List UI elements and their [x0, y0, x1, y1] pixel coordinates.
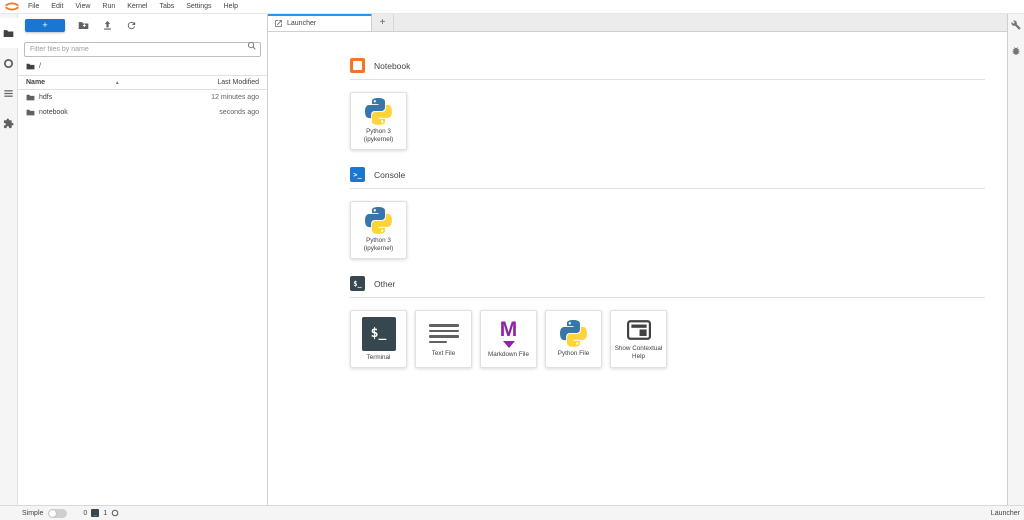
tab-label: Launcher — [287, 20, 316, 27]
python-logo-icon — [365, 98, 392, 125]
column-name[interactable]: Name — [26, 79, 45, 86]
jupyter-logo-icon — [2, 1, 22, 13]
card-label: Text File — [430, 350, 457, 358]
refresh-icon[interactable] — [125, 20, 137, 32]
breadcrumb[interactable]: / — [18, 57, 267, 75]
main-dock-panel: Launcher + Notebook — [268, 14, 1008, 505]
card-label: Python 3 (ipykernel) — [362, 237, 395, 253]
file-row-hdfs[interactable]: hdfs 12 minutes ago — [18, 90, 267, 105]
kernel-circle-icon — [111, 509, 119, 517]
launcher-card-show-contextual-help[interactable]: Show Contextual Help — [610, 310, 667, 368]
launcher-card-terminal[interactable]: $_ Terminal — [350, 310, 407, 368]
launcher-card-notebook-python3[interactable]: Python 3 (ipykernel) — [350, 92, 407, 150]
menu-settings[interactable]: Settings — [180, 3, 217, 10]
file-browser-panel: + — [18, 14, 268, 505]
file-modified: seconds ago — [219, 109, 259, 116]
status-bar: Simple 0 _ 1 Launcher — [0, 505, 1024, 520]
card-label: Terminal — [365, 354, 393, 362]
simple-mode-toggle[interactable] — [48, 509, 67, 518]
menu-tabs[interactable]: Tabs — [153, 3, 180, 10]
python-logo-icon — [560, 320, 587, 347]
file-name: hdfs — [39, 94, 52, 101]
card-label: Markdown File — [486, 351, 531, 359]
card-label: Python 3 (ipykernel) — [362, 128, 395, 144]
menu-run[interactable]: Run — [96, 3, 121, 10]
search-icon — [247, 41, 257, 51]
list-icon — [3, 88, 14, 99]
new-launcher-button[interactable]: + — [25, 19, 65, 32]
launcher-card-text-file[interactable]: Text File — [415, 310, 472, 368]
section-title: Notebook — [374, 61, 410, 71]
markdown-icon: M — [500, 319, 518, 348]
terminal-icon: $_ — [362, 317, 396, 351]
file-browser-toolbar: + — [18, 14, 267, 36]
right-sidebar — [1008, 14, 1024, 505]
file-row-notebook[interactable]: notebook seconds ago — [18, 105, 267, 120]
contextual-help-icon — [625, 318, 653, 342]
file-list-header: Name ▲ Last Modified — [18, 75, 267, 90]
running-circle-icon — [3, 58, 14, 69]
debugger-icon[interactable] — [1011, 46, 1021, 56]
launcher-tab-icon — [274, 19, 283, 28]
console-icon: >_ — [350, 167, 365, 182]
menu-kernel[interactable]: Kernel — [121, 3, 153, 10]
sort-caret-icon[interactable]: ▲ — [115, 80, 120, 86]
menu-file[interactable]: File — [22, 3, 45, 10]
sidebar-tab-file-browser[interactable] — [0, 18, 18, 48]
breadcrumb-root[interactable]: / — [39, 63, 41, 70]
launcher-card-markdown-file[interactable]: M Markdown File — [480, 310, 537, 368]
launcher-section-notebook: Notebook Python 3 — [350, 58, 985, 150]
tab-launcher[interactable]: Launcher — [268, 14, 372, 31]
file-name: notebook — [39, 109, 68, 116]
launcher-section-other: $_ Other $_ Terminal Text File — [350, 276, 985, 368]
jupyterlab-window: File Edit View Run Kernel Tabs Settings … — [0, 0, 1024, 520]
running-sessions-status[interactable]: 0 _ 1 — [83, 509, 119, 517]
simple-mode-label: Simple — [22, 510, 43, 517]
file-modified: 12 minutes ago — [211, 94, 259, 101]
menu-edit[interactable]: Edit — [45, 3, 69, 10]
terminal-icon: $_ — [350, 276, 365, 291]
section-title: Console — [374, 170, 405, 180]
card-label: Python File — [556, 350, 592, 358]
new-tab-button[interactable]: + — [372, 14, 394, 31]
menu-view[interactable]: View — [69, 3, 96, 10]
sidebar-tab-running[interactable] — [0, 48, 18, 78]
folder-icon — [26, 93, 35, 102]
launcher-panel: Notebook Python 3 — [268, 32, 1007, 505]
folder-icon — [3, 28, 14, 39]
upload-icon[interactable] — [101, 20, 113, 32]
puzzle-icon — [3, 118, 14, 129]
sidebar-tab-extensions[interactable] — [0, 108, 18, 138]
section-divider — [350, 79, 985, 80]
statusbar-right-text: Launcher — [991, 510, 1020, 517]
activity-bar — [0, 14, 18, 505]
menu-bar: File Edit View Run Kernel Tabs Settings … — [0, 0, 1024, 14]
folder-icon — [26, 108, 35, 117]
filter-files — [24, 38, 261, 57]
notebook-icon — [350, 58, 365, 73]
sidebar-tab-table-of-contents[interactable] — [0, 78, 18, 108]
column-last-modified[interactable]: Last Modified — [217, 79, 259, 86]
card-label: Show Contextual Help — [611, 345, 666, 361]
launcher-card-python-file[interactable]: Python File — [545, 310, 602, 368]
launcher-section-console: >_ Console — [350, 167, 985, 259]
kernels-count: 1 — [103, 510, 107, 517]
python-logo-icon — [365, 207, 392, 234]
launcher-card-console-python3[interactable]: Python 3 (ipykernel) — [350, 201, 407, 259]
section-divider — [350, 188, 985, 189]
terminal-mini-icon: _ — [91, 509, 99, 517]
property-inspector-icon[interactable] — [1011, 20, 1021, 30]
menu-help[interactable]: Help — [218, 3, 244, 10]
new-folder-icon[interactable] — [77, 20, 89, 32]
text-file-icon — [429, 321, 459, 347]
filter-files-input[interactable] — [24, 42, 261, 57]
terminals-count: 0 — [83, 510, 87, 517]
home-folder-icon — [26, 62, 35, 71]
section-divider — [350, 297, 985, 298]
tab-bar: Launcher + — [268, 14, 1007, 32]
section-title: Other — [374, 279, 395, 289]
